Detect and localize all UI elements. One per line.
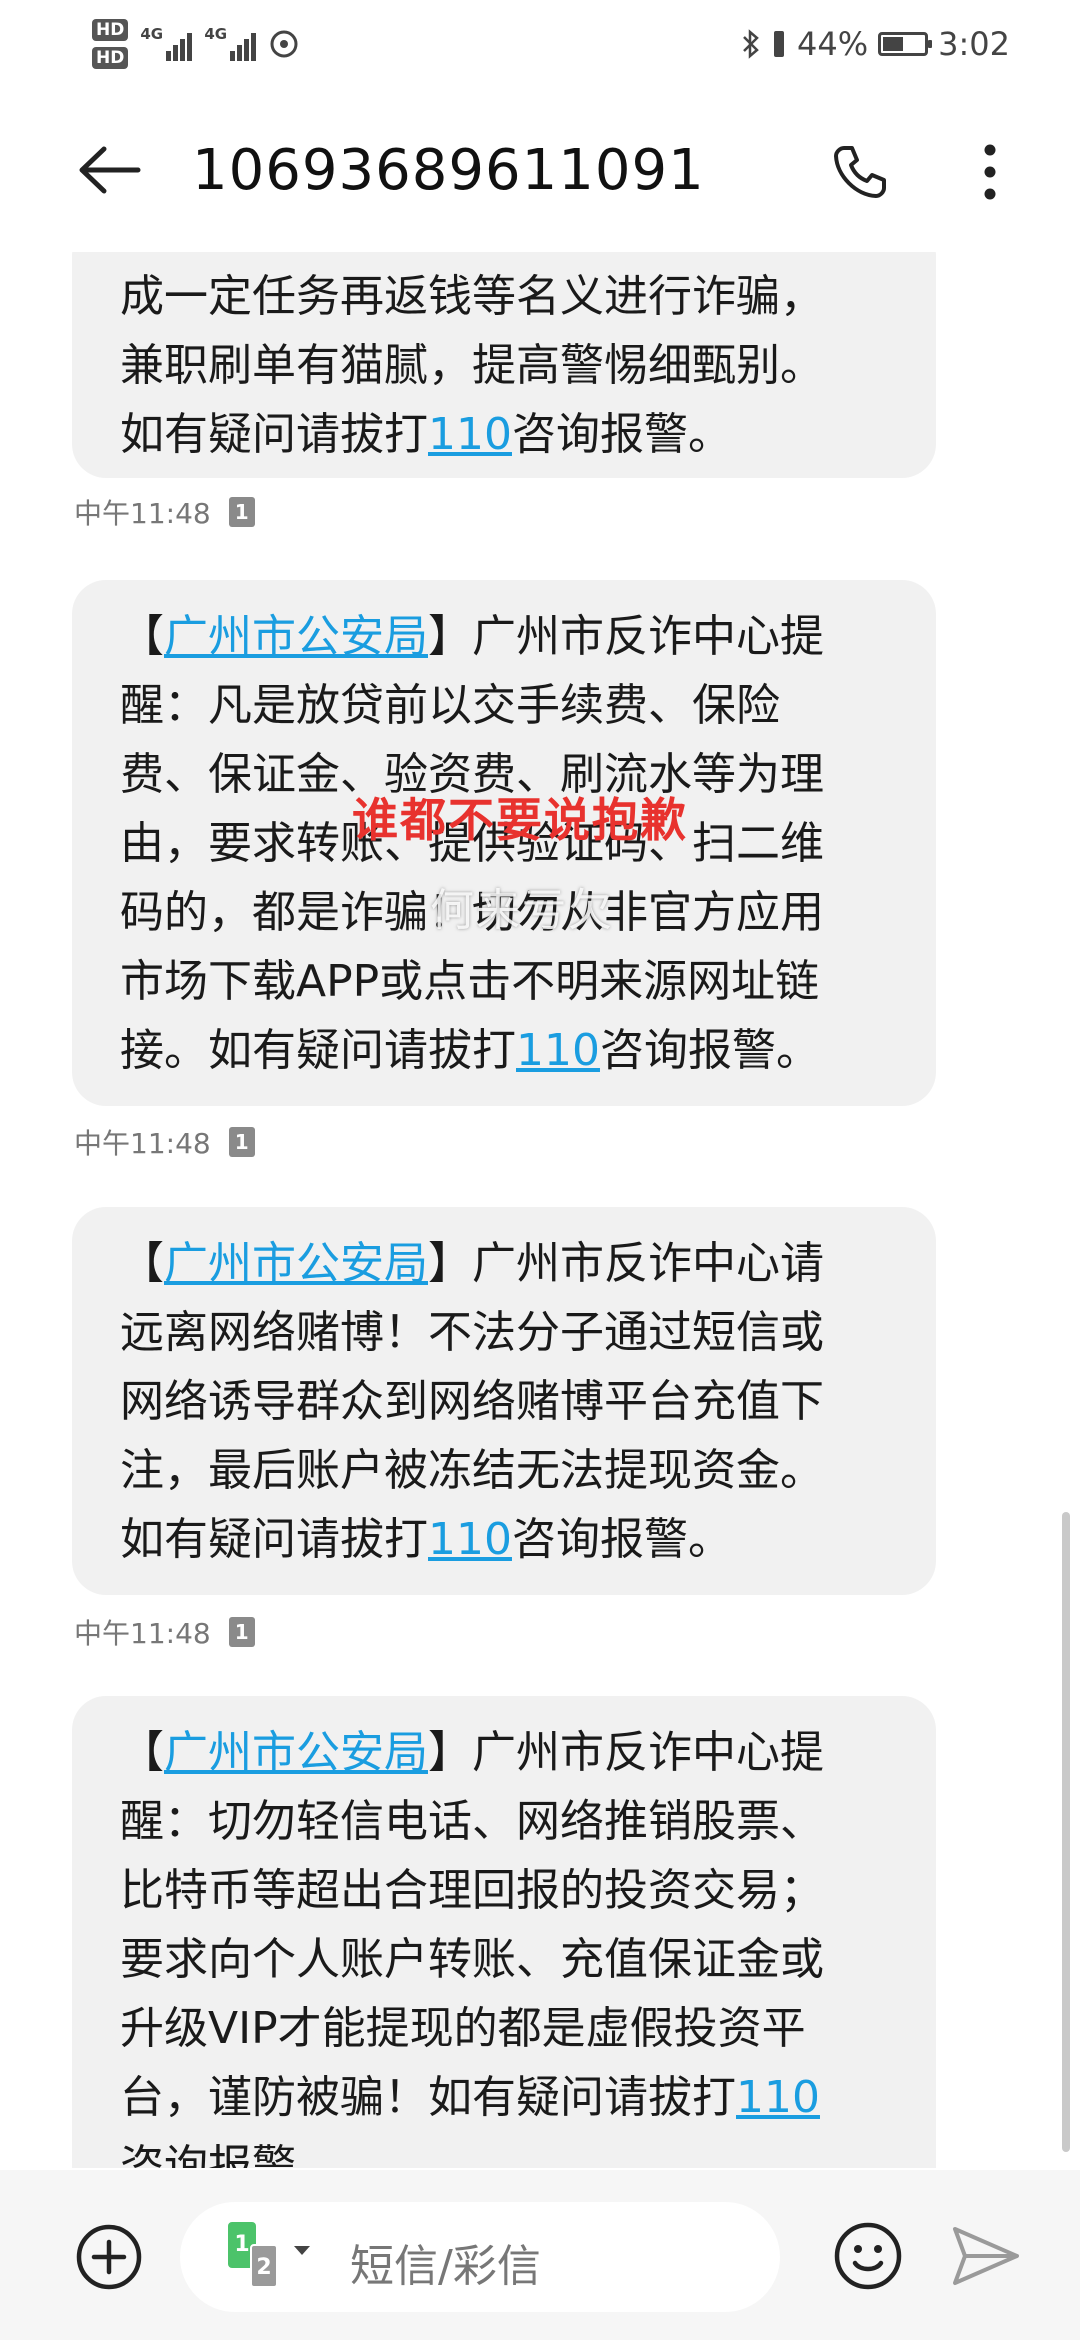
status-left: HD HD 4G 4G — [92, 14, 300, 74]
add-icon — [76, 2224, 142, 2290]
message-timestamp-3: 中午11:48 1 — [74, 1612, 255, 1652]
message-bubble-3[interactable]: 【广州市公安局】广州市反诈中心请 远离网络赌博！不法分子通过短信或 网络诱导群众… — [72, 1207, 936, 1595]
hd-badge-1: HD — [92, 19, 129, 41]
chevron-down-icon — [294, 2246, 310, 2255]
phone-icon — [834, 146, 886, 198]
signal-icon-sim2: 4G — [204, 25, 257, 61]
send-icon — [953, 2227, 1019, 2285]
overlay-caption-red: 谁都不要说抱歉 — [352, 793, 688, 847]
sim-1-icon: 1 — [228, 1127, 255, 1157]
message-line: 台，谨防被骗！如有疑问请拔打110 — [120, 2072, 820, 2123]
message-input-placeholder: 短信/彩信 — [350, 2241, 541, 2292]
message-line: 成一定任务再返钱等名义进行诈骗， — [120, 271, 824, 322]
conversation-header: 10693689611091 — [0, 110, 1080, 230]
message-timestamp-1: 中午11:48 1 — [74, 492, 255, 532]
sender-link[interactable]: 广州市公安局 — [164, 611, 428, 662]
status-bar: HD HD 4G 4G 44% 3:02 — [0, 0, 1080, 90]
send-button[interactable] — [944, 2214, 1028, 2298]
message-line: 咨询报警。 — [120, 2141, 340, 2168]
timestamp-text: 中午11:48 — [74, 1127, 211, 1160]
bluetooth-icon — [743, 29, 759, 59]
vibrate-icon — [774, 31, 785, 57]
timestamp-text: 中午11:48 — [74, 1617, 211, 1650]
message-line: 比特币等超出合理回报的投资交易； — [120, 1865, 824, 1916]
network-type-1: 4G — [140, 25, 164, 43]
sim-1-icon: 1 — [228, 1617, 255, 1647]
sender-link[interactable]: 广州市公安局 — [164, 1727, 428, 1778]
message-line: 醒：切勿轻信电话、网络推销股票、 — [120, 1796, 824, 1847]
message-line: 醒：凡是放贷前以交手续费、保险 — [120, 680, 780, 731]
message-timestamp-2: 中午11:48 1 — [74, 1122, 255, 1162]
message-bubble-1[interactable]: 成一定任务再返钱等名义进行诈骗， 兼职刷单有猫腻，提高警惕细甄别。 如有疑问请拔… — [72, 252, 936, 478]
compose-bar: 1 2 短信/彩信 — [0, 2170, 1080, 2340]
nfc-icon — [270, 30, 298, 58]
battery-icon — [878, 32, 933, 56]
back-arrow-icon — [79, 146, 141, 194]
timestamp-text: 中午11:48 — [74, 497, 211, 530]
overlay-caption-ghost: 何来亏欠 — [430, 885, 614, 936]
message-line: 市场下载APP或点击不明来源网址链 — [120, 956, 820, 1007]
message-list[interactable]: 成一定任务再返钱等名义进行诈骗， 兼职刷单有猫腻，提高警惕细甄别。 如有疑问请拔… — [0, 252, 1080, 2168]
battery-percent: 44% — [797, 25, 869, 63]
message-input[interactable]: 1 2 短信/彩信 — [180, 2202, 780, 2312]
phone-link-110[interactable]: 110 — [516, 1025, 600, 1076]
sms-conversation-screen: HD HD 4G 4G 44% 3:02 10693689611091 成一定任… — [0, 0, 1080, 2340]
phone-link-110[interactable]: 110 — [428, 1514, 512, 1565]
network-type-2: 4G — [204, 25, 228, 43]
sim-selector[interactable]: 1 2 — [228, 2222, 318, 2292]
message-line: 【广州市公安局】广州市反诈中心提 — [120, 611, 824, 662]
message-line: 接。如有疑问请拔打110咨询报警。 — [120, 1025, 820, 1076]
scrollbar[interactable] — [1062, 1512, 1070, 2152]
emoji-icon — [834, 2222, 902, 2290]
clock: 3:02 — [938, 25, 1010, 63]
sim-1-icon: 1 — [228, 497, 255, 527]
message-line: 【广州市公安局】广州市反诈中心请 — [120, 1238, 824, 1289]
sim-2-icon: 2 — [250, 2244, 278, 2288]
sender-link[interactable]: 广州市公安局 — [164, 1238, 428, 1289]
message-line: 要求向个人账户转账、充值保证金或 — [120, 1934, 824, 1985]
message-line: 如有疑问请拔打110咨询报警。 — [120, 409, 732, 460]
signal-icon-sim1: 4G — [140, 25, 193, 61]
status-right: 44% 3:02 — [741, 16, 1010, 72]
message-line: 网络诱导群众到网络赌博平台充值下 — [120, 1376, 824, 1427]
phone-link-110[interactable]: 110 — [428, 409, 512, 460]
call-button[interactable] — [820, 132, 900, 212]
message-line: 兼职刷单有猫腻，提高警惕细甄别。 — [120, 340, 824, 391]
message-line: 注，最后账户被冻结无法提现资金。 — [120, 1445, 824, 1496]
message-line: 升级VIP才能提现的都是虚假投资平 — [120, 2003, 806, 2054]
add-attachment-button[interactable] — [70, 2218, 148, 2296]
hd-badge-2: HD — [92, 47, 129, 69]
message-line: 【广州市公安局】广州市反诈中心提 — [120, 1727, 824, 1778]
back-button[interactable] — [70, 130, 150, 210]
more-options-button[interactable] — [960, 132, 1020, 212]
battery-fill — [883, 37, 903, 51]
message-bubble-4[interactable]: 【广州市公安局】广州市反诈中心提 醒：切勿轻信电话、网络推销股票、 比特币等超出… — [72, 1696, 936, 2168]
more-vert-icon — [984, 144, 996, 200]
message-line: 远离网络赌博！不法分子通过短信或 — [120, 1307, 824, 1358]
emoji-button[interactable] — [826, 2214, 910, 2298]
contact-number-title: 10693689611091 — [192, 138, 705, 203]
phone-link-110[interactable]: 110 — [736, 2072, 820, 2123]
hd-indicators: HD HD — [92, 19, 129, 69]
message-line: 如有疑问请拔打110咨询报警。 — [120, 1514, 732, 1565]
